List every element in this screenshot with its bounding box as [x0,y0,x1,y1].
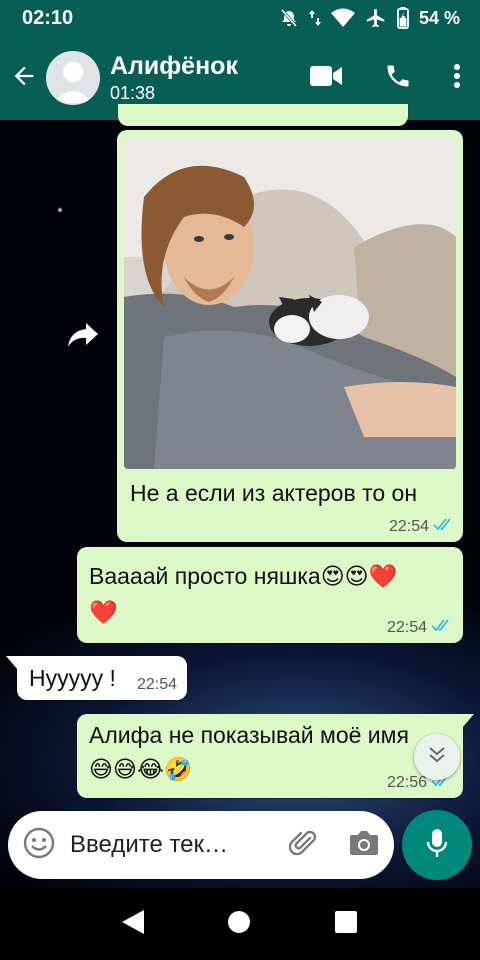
forward-button[interactable] [60,316,104,360]
arrow-left-icon [10,62,38,95]
nav-back-button[interactable] [121,909,144,939]
message-text: Не а если из актеров то он [130,480,418,506]
message-text: Нууууу ! [29,665,116,691]
message-input[interactable]: Введите тек… [70,831,274,859]
kebab-menu-icon [453,63,461,94]
wifi-icon [330,8,355,28]
status-time: 02:10 [22,6,74,29]
nav-home-button[interactable] [227,910,251,939]
message-bubble-outgoing[interactable]: Ваааай просто няшка😍😍❤️ ❤️ 22:54 [77,547,463,643]
bubble-tail [6,656,18,670]
timestamp: 22:54 [136,676,177,693]
battery-percent: 54 % [418,7,460,28]
message-text-line1: Алифа не показывай моё имя [89,722,409,748]
scroll-to-bottom-button[interactable] [414,734,460,780]
mute-icon [279,8,299,28]
message-text-line1: Ваааай просто няшка😍😍❤️ [89,563,398,589]
contact-name: Алифёнок [110,52,238,80]
read-ticks-icon [433,517,455,536]
previous-message-bubble[interactable] [118,104,408,126]
shared-photo[interactable] [124,137,456,469]
message-time: 22:54 [137,676,177,694]
message-text-line2: ❤️ [89,599,118,625]
battery-icon [397,7,409,29]
emoji-button[interactable] [8,827,70,864]
message-bubble-outgoing[interactable]: Алифа не показывай моё имя 😅😅😂🤣 22:56 [77,714,463,798]
contact-info[interactable]: Алифёнок 01:38 [110,51,290,105]
message-time: 22:54 [387,618,453,637]
voice-record-button[interactable] [402,810,472,880]
microphone-icon [425,827,449,864]
status-icons: 54 % [279,7,460,29]
camera-button[interactable] [334,829,394,862]
read-ticks-icon [431,618,453,637]
airplane-icon [365,7,387,29]
paperclip-icon [288,828,319,863]
attach-button[interactable] [274,828,334,863]
forward-arrow-icon [66,322,98,354]
message-time: 22:54 [389,517,455,536]
data-arrows-icon [308,8,321,28]
double-chevron-down-icon [427,746,447,769]
avatar[interactable] [46,51,100,105]
back-button[interactable] [2,36,46,120]
system-navigation-bar [0,888,480,960]
nav-recents-button[interactable] [334,910,358,939]
video-camera-icon [310,65,342,92]
photo-message[interactable]: Не а если из актеров то он 22:54 [117,130,463,542]
more-options-button[interactable] [434,36,480,120]
timestamp: 22:54 [388,517,429,535]
bubble-tail [462,714,474,728]
message-bubble-incoming[interactable]: Нууууу ! 22:54 [17,656,187,700]
timestamp: 22:54 [386,618,427,636]
smiley-icon [23,827,55,864]
status-bar: 02:10 54 % [0,0,480,36]
timestamp: 22:56 [386,773,427,791]
phone-icon [384,62,412,95]
contact-last-seen: 01:38 [110,83,156,103]
camera-icon [348,829,380,862]
message-text-line2: 😅😅😂🤣 [89,756,193,782]
message-input-bar: Введите тек… [8,811,394,879]
